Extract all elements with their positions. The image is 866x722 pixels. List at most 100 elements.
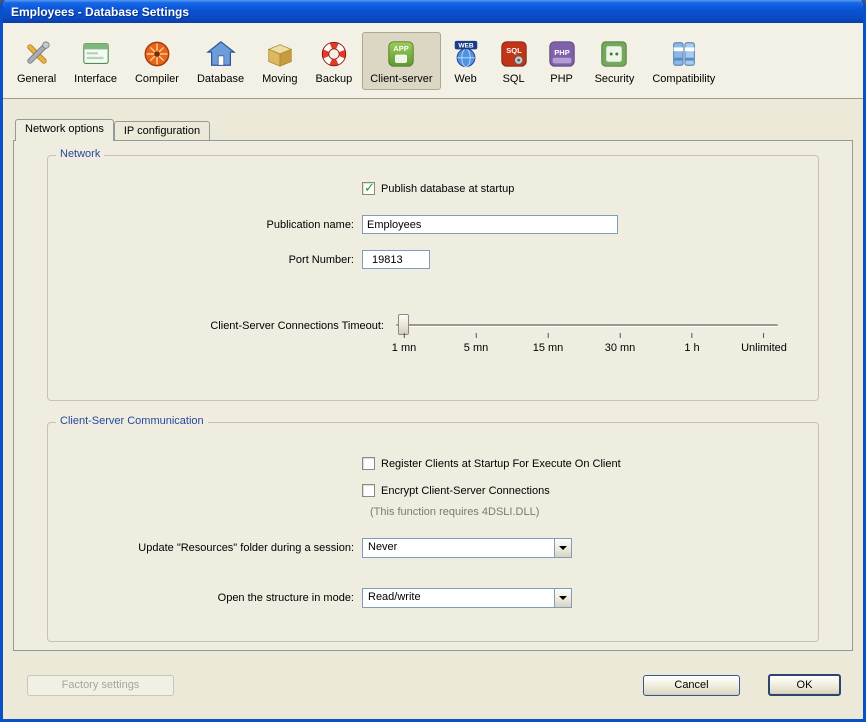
php-icon: PHP	[547, 39, 577, 69]
encrypt-connections-row: Encrypt Client-Server Connections	[362, 484, 818, 497]
toolbar-item-compatibility[interactable]: Compatibility	[644, 32, 723, 90]
chevron-down-icon	[559, 596, 567, 600]
toolbar-item-php[interactable]: PHP PHP	[539, 32, 585, 90]
client-server-communication-group: Client-Server Communication Register Cli…	[47, 422, 819, 642]
settings-toolbar: General Interface	[3, 23, 863, 99]
register-clients-row: Register Clients at Startup For Execute …	[362, 457, 818, 470]
resources-folder-row: Update "Resources" folder during a sessi…	[64, 538, 818, 558]
encrypt-requirement-note: (This function requires 4DSLI.DLL)	[370, 506, 818, 518]
port-number-label: Port Number:	[64, 254, 354, 266]
network-options-panel: Network Publish database at startup Publ…	[13, 140, 853, 651]
title-bar[interactable]: Employees - Database Settings	[3, 0, 863, 23]
structure-mode-row: Open the structure in mode: Read/write	[64, 588, 818, 608]
toolbar-item-sql[interactable]: SQL SQL	[491, 32, 537, 90]
publish-database-row: Publish database at startup	[362, 182, 818, 195]
toolbar-item-compiler[interactable]: Compiler	[127, 32, 187, 90]
publish-database-checkbox[interactable]	[362, 182, 375, 195]
toolbar-item-label: Compiler	[135, 73, 179, 85]
factory-settings-button[interactable]: Factory settings	[27, 675, 174, 696]
wrench-screwdriver-icon	[22, 39, 52, 69]
toolbar-item-database[interactable]: Database	[189, 32, 252, 90]
slider-tick: 5 mn	[464, 333, 488, 354]
encrypt-connections-checkbox[interactable]	[362, 484, 375, 497]
tick-label: 1 mn	[392, 342, 416, 354]
toolbar-item-label: Compatibility	[652, 73, 715, 85]
toolbar-item-label: Interface	[74, 73, 117, 85]
slider-tick: 1 mn	[392, 333, 416, 354]
svg-text:PHP: PHP	[554, 47, 569, 56]
slider-tick: 15 mn	[533, 333, 564, 354]
tab-label: IP configuration	[124, 125, 200, 137]
toolbar-item-label: Backup	[316, 73, 353, 85]
tab-strip: Network options IP configuration	[15, 119, 863, 140]
slider-tick: 1 h	[684, 333, 699, 354]
tick-label: 15 mn	[533, 342, 564, 354]
svg-text:SQL: SQL	[506, 46, 522, 55]
toolbar-item-backup[interactable]: Backup	[308, 32, 361, 90]
database-settings-window: Employees - Database Settings General	[0, 0, 866, 722]
house-database-icon	[206, 39, 236, 69]
tick-label: 30 mn	[605, 342, 636, 354]
timeout-row: Client-Server Connections Timeout: 1 mn …	[64, 311, 818, 359]
sql-gear-icon: SQL	[499, 39, 529, 69]
toolbar-item-label: Moving	[262, 73, 297, 85]
group-title: Client-Server Communication	[56, 415, 208, 427]
lifesaver-backup-icon	[319, 39, 349, 69]
toolbar-item-web[interactable]: WEB Web	[443, 32, 489, 90]
slider-track[interactable]	[396, 324, 778, 327]
dropdown-arrow-button[interactable]	[554, 539, 571, 557]
checkbox-label: Encrypt Client-Server Connections	[381, 485, 550, 497]
window-interface-icon	[81, 39, 111, 69]
dropdown-value: Read/write	[363, 589, 554, 607]
timeout-label: Client-Server Connections Timeout:	[64, 320, 384, 332]
tick-label: 5 mn	[464, 342, 488, 354]
dropdown-value: Never	[363, 539, 554, 557]
toolbar-item-security[interactable]: Security	[587, 32, 643, 90]
tick-label: 1 h	[684, 342, 699, 354]
toolbar-item-interface[interactable]: Interface	[66, 32, 125, 90]
box-moving-icon	[265, 39, 295, 69]
resources-folder-label: Update "Resources" folder during a sessi…	[64, 542, 354, 554]
tab-ip-configuration[interactable]: IP configuration	[114, 121, 210, 140]
publication-name-input[interactable]	[362, 215, 618, 234]
compass-compiler-icon	[142, 39, 172, 69]
structure-mode-dropdown[interactable]: Read/write	[362, 588, 572, 608]
register-clients-checkbox[interactable]	[362, 457, 375, 470]
tab-label: Network options	[25, 123, 104, 135]
toolbar-item-label: SQL	[503, 73, 525, 85]
svg-text:WEB: WEB	[458, 42, 474, 49]
dropdown-arrow-button[interactable]	[554, 589, 571, 607]
toolbar-item-label: General	[17, 73, 56, 85]
tab-network-options[interactable]: Network options	[15, 119, 114, 141]
app-client-server-icon: APP	[386, 39, 416, 69]
ok-button[interactable]: OK	[768, 674, 841, 696]
checkbox-label: Publish database at startup	[381, 183, 514, 195]
resources-folder-dropdown[interactable]: Never	[362, 538, 572, 558]
toolbar-item-label: Database	[197, 73, 244, 85]
binders-compatibility-icon	[669, 39, 699, 69]
toolbar-item-moving[interactable]: Moving	[254, 32, 305, 90]
toolbar-item-client-server[interactable]: APP Client-server	[362, 32, 440, 90]
toolbar-item-general[interactable]: General	[9, 32, 64, 90]
window-title: Employees - Database Settings	[11, 5, 189, 19]
settings-content: Network options IP configuration Network…	[3, 99, 863, 719]
toolbar-item-label: Security	[595, 73, 635, 85]
chevron-down-icon	[559, 546, 567, 550]
structure-mode-label: Open the structure in mode:	[64, 592, 354, 604]
dialog-footer: Factory settings Cancel OK	[3, 651, 863, 719]
checkbox-label: Register Clients at Startup For Execute …	[381, 458, 621, 470]
cancel-button[interactable]: Cancel	[643, 675, 740, 696]
slider-tick: 30 mn	[605, 333, 636, 354]
slider-thumb[interactable]	[398, 314, 409, 335]
port-number-row: Port Number:	[64, 250, 818, 269]
network-group: Network Publish database at startup Publ…	[47, 155, 819, 401]
timeout-slider[interactable]: 1 mn 5 mn 15 mn 30 mn 1 h	[396, 311, 778, 359]
port-number-input[interactable]	[362, 250, 430, 269]
toolbar-item-label: Client-server	[370, 73, 432, 85]
publication-name-label: Publication name:	[64, 219, 354, 231]
outlet-security-icon	[599, 39, 629, 69]
toolbar-item-label: Web	[454, 73, 476, 85]
tick-label: Unlimited	[741, 342, 787, 354]
group-title: Network	[56, 148, 104, 160]
globe-web-icon: WEB	[451, 39, 481, 69]
